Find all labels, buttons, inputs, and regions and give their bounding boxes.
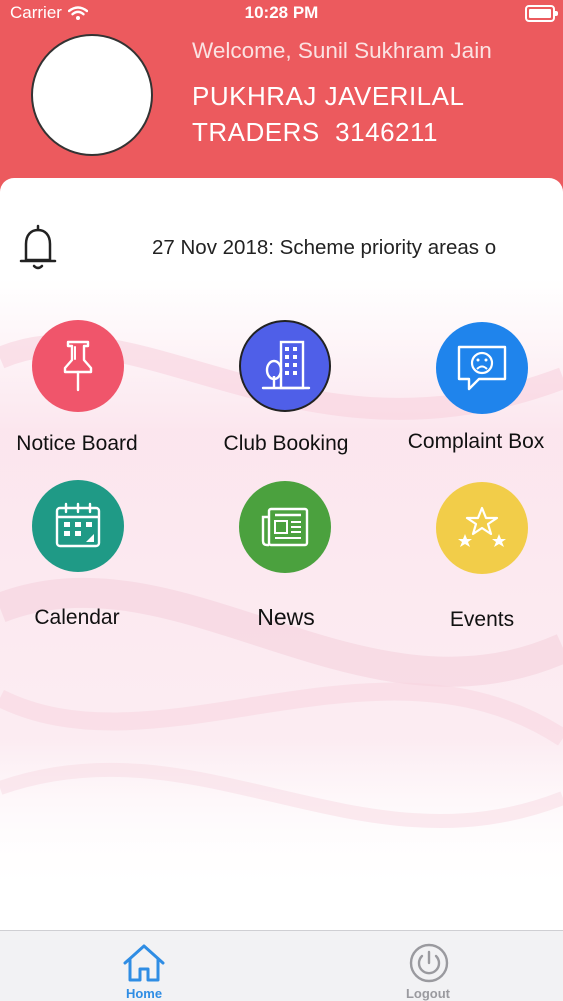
company-name-line1: PUKHRAJ JAVERILAL	[192, 81, 465, 111]
notice-ticker-row[interactable]: 27 Nov 2018: Scheme priority areas o	[0, 216, 563, 278]
welcome-text: Welcome, Sunil Sukhram Jain	[192, 38, 492, 63]
club-booking-label: Club Booking	[223, 432, 349, 455]
complaint-icon	[457, 345, 507, 391]
tab-logout-label: Logout	[405, 986, 451, 1001]
pushpin-icon	[63, 340, 93, 392]
company-name-line2: TRADERS 3146211	[192, 117, 438, 147]
power-icon	[409, 943, 449, 983]
building-icon	[261, 340, 311, 390]
news-label: News	[257, 604, 315, 630]
tab-bar: Home Logout	[0, 930, 563, 1001]
newspaper-icon	[261, 507, 309, 547]
notice-board-label: Notice Board	[16, 432, 138, 455]
notice-board-tile[interactable]: Notice Board	[0, 318, 167, 478]
complaint-box-tile[interactable]: Complaint Box	[386, 318, 563, 478]
home-icon	[123, 944, 165, 982]
calendar-tile[interactable]: Calendar	[0, 480, 167, 640]
calendar-icon	[55, 502, 101, 548]
clock: 10:28 PM	[244, 3, 319, 22]
club-booking-icon-circle	[239, 320, 331, 412]
events-icon-circle	[436, 482, 528, 574]
news-icon-circle	[239, 481, 331, 573]
calendar-label: Calendar	[34, 606, 120, 629]
news-tile[interactable]: News	[196, 480, 376, 640]
stars-icon	[458, 506, 506, 547]
complaint-box-icon-circle	[436, 322, 528, 414]
avatar[interactable]	[31, 34, 153, 156]
status-bar: Carrier 10:28 PM	[0, 0, 563, 26]
company-name: PUKHRAJ JAVERILAL TRADERS 3146211	[192, 78, 552, 150]
dashboard-card: 27 Nov 2018: Scheme priority areas o Not…	[0, 178, 563, 930]
events-tile[interactable]: Events	[392, 480, 563, 640]
notice-ticker-text[interactable]: 27 Nov 2018: Scheme priority areas o	[152, 236, 540, 260]
bell-icon[interactable]	[18, 222, 58, 272]
tab-logout[interactable]: Logout	[358, 931, 498, 1001]
calendar-icon-circle	[32, 480, 124, 572]
tab-home[interactable]: Home	[74, 931, 214, 1001]
notice-board-icon-circle	[32, 320, 124, 412]
complaint-box-label: Complaint Box	[407, 430, 545, 453]
battery-icon	[525, 5, 558, 22]
club-booking-tile[interactable]: Club Booking	[196, 318, 376, 478]
tab-home-label: Home	[125, 986, 163, 1001]
events-label: Events	[449, 608, 515, 631]
